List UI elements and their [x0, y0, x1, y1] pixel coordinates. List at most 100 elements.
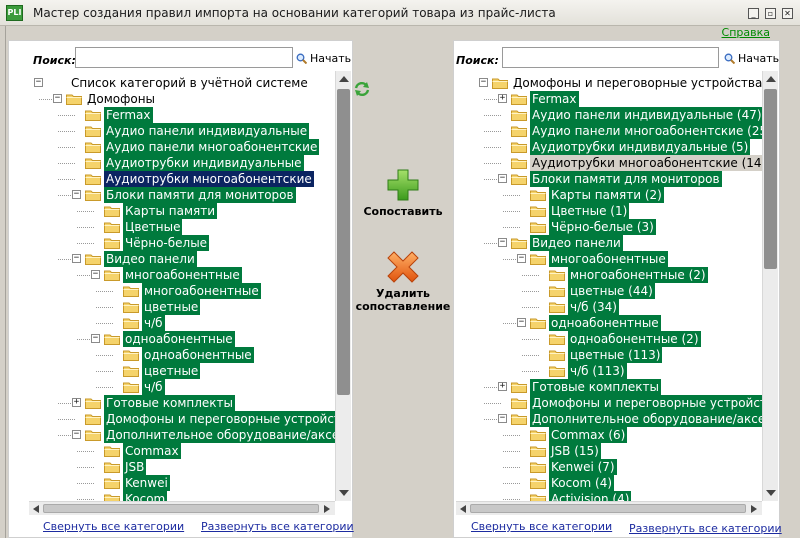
scroll-thumb[interactable]: [764, 89, 777, 269]
expand-all-link-right[interactable]: Развернуть все категории: [629, 522, 782, 535]
tree-item[interactable]: одноабонентные: [104, 331, 235, 347]
right-horizontal-scrollbar[interactable]: [456, 501, 762, 515]
tree-item[interactable]: Дополнительное оборудование/аксессуары: [85, 427, 335, 443]
tree-item[interactable]: Аудиотрубки многоабонентские: [85, 171, 314, 187]
tree-item[interactable]: Аудио панели многоабонентские (25): [511, 123, 762, 139]
search-start-button-right[interactable]: Начать: [724, 52, 779, 65]
collapse-minus-icon[interactable]: −: [498, 238, 507, 247]
scroll-left-arrow-icon[interactable]: [33, 505, 39, 513]
tree-item[interactable]: многоабонентные (2): [549, 267, 708, 283]
scroll-right-arrow-icon[interactable]: [324, 505, 330, 513]
hscroll-thumb[interactable]: [470, 504, 746, 513]
tree-item[interactable]: ч/б: [123, 315, 165, 331]
collapse-minus-icon[interactable]: −: [72, 430, 81, 439]
tree-item[interactable]: Домофоны и переговорные устройства: [85, 411, 335, 427]
tree-item[interactable]: Цветные (1): [530, 203, 630, 219]
tree-item[interactable]: Аудиотрубки многоабонентские (14): [511, 155, 762, 171]
collapse-minus-icon[interactable]: −: [53, 94, 62, 103]
tree-item[interactable]: Видео панели: [511, 235, 623, 251]
left-vertical-scrollbar[interactable]: [335, 71, 351, 501]
tree-item[interactable]: ч/б: [123, 379, 165, 395]
tree-item[interactable]: Kenwei: [104, 475, 170, 491]
search-input-right[interactable]: [502, 47, 719, 68]
collapse-minus-icon[interactable]: −: [517, 318, 526, 327]
tree-item[interactable]: Карты памяти (2): [530, 187, 664, 203]
refresh-icon[interactable]: [353, 80, 371, 98]
tree-item[interactable]: Домофоны и переговорные устройства: [511, 395, 762, 411]
collapse-minus-icon[interactable]: −: [34, 78, 43, 87]
collapse-minus-icon[interactable]: −: [498, 414, 507, 423]
tree-item[interactable]: Аудио панели индивидуальные (47): [511, 107, 762, 123]
scroll-left-arrow-icon[interactable]: [460, 505, 466, 513]
tree-item[interactable]: Чёрно-белые: [104, 235, 210, 251]
collapse-minus-icon[interactable]: −: [72, 254, 81, 263]
left-horizontal-scrollbar[interactable]: [29, 501, 335, 515]
collapse-minus-icon[interactable]: −: [91, 334, 100, 343]
hscroll-thumb[interactable]: [43, 504, 319, 513]
tree-item[interactable]: Список категорий в учётной системе: [47, 75, 310, 91]
tree-item[interactable]: Карты памяти: [104, 203, 218, 219]
tree-item[interactable]: многоабонентные: [123, 283, 261, 299]
tree-item[interactable]: многоабонентные: [530, 251, 668, 267]
collapse-minus-icon[interactable]: −: [91, 270, 100, 279]
tree-item[interactable]: Чёрно-белые (3): [530, 219, 656, 235]
collapse-minus-icon[interactable]: −: [72, 190, 81, 199]
close-icon[interactable]: ✕: [782, 8, 793, 19]
scroll-down-arrow-icon[interactable]: [766, 490, 776, 496]
unmatch-button[interactable]: Удалить сопоставление: [353, 250, 453, 313]
minimize-icon[interactable]: _: [748, 8, 759, 19]
tree-item[interactable]: Fermax: [85, 107, 153, 123]
scroll-down-arrow-icon[interactable]: [339, 490, 349, 496]
match-button[interactable]: Сопоставить: [353, 168, 453, 218]
tree-item[interactable]: ч/б (113): [549, 363, 627, 379]
scroll-up-arrow-icon[interactable]: [766, 76, 776, 82]
right-vertical-scrollbar[interactable]: [762, 71, 778, 501]
tree-item[interactable]: Готовые комплекты: [511, 379, 661, 395]
restore-icon[interactable]: ▫: [765, 8, 776, 19]
tree-item[interactable]: ч/б (34): [549, 299, 619, 315]
tree-item[interactable]: цветные: [123, 299, 201, 315]
tree-item[interactable]: Дополнительное оборудование/аксессуары: [511, 411, 762, 427]
search-input-left[interactable]: [75, 47, 293, 68]
tree-item[interactable]: Activision (4): [530, 491, 632, 501]
search-start-button-left[interactable]: Начать: [296, 52, 351, 65]
scroll-up-arrow-icon[interactable]: [339, 76, 349, 82]
tree-item[interactable]: Домофоны: [66, 91, 157, 107]
tree-item[interactable]: цветные (113): [549, 347, 663, 363]
tree-item[interactable]: Commax: [104, 443, 181, 459]
tree-item[interactable]: Kocom: [104, 491, 168, 501]
tree-item[interactable]: Готовые комплекты: [85, 395, 235, 411]
tree-item[interactable]: Аудиотрубки индивидуальные (5): [511, 139, 751, 155]
tree-item[interactable]: Блоки памяти для мониторов: [511, 171, 722, 187]
expand-plus-icon[interactable]: +: [498, 94, 507, 103]
collapse-minus-icon[interactable]: −: [498, 174, 507, 183]
tree-item[interactable]: JSB (15): [530, 443, 601, 459]
tree-item[interactable]: Kocom (4): [530, 475, 615, 491]
collapse-all-link-right[interactable]: Свернуть все категории: [471, 520, 612, 533]
tree-item[interactable]: Видео панели: [85, 251, 197, 267]
tree-item[interactable]: одноабонентные (2): [549, 331, 701, 347]
tree-item[interactable]: Commax (6): [530, 427, 628, 443]
scroll-thumb[interactable]: [337, 89, 350, 395]
tree-item[interactable]: Блоки памяти для мониторов: [85, 187, 296, 203]
tree-item[interactable]: Домофоны и переговорные устройства: [492, 75, 762, 91]
expand-all-link-left[interactable]: Развернуть все категории: [201, 520, 354, 533]
tree-item[interactable]: одноабонентные: [530, 315, 661, 331]
tree-item[interactable]: Fermax: [511, 91, 579, 107]
collapse-minus-icon[interactable]: −: [479, 78, 488, 87]
collapse-all-link-left[interactable]: Свернуть все категории: [43, 520, 184, 533]
tree-item[interactable]: Аудио панели индивидуальные: [85, 123, 310, 139]
tree-item[interactable]: Аудио панели многоабонентские: [85, 139, 320, 155]
tree-item[interactable]: многоабонентные: [104, 267, 242, 283]
tree-item[interactable]: Цветные: [104, 219, 183, 235]
tree-item[interactable]: Аудиотрубки индивидуальные: [85, 155, 304, 171]
expand-plus-icon[interactable]: +: [72, 398, 81, 407]
tree-item[interactable]: одноабонентные: [123, 347, 254, 363]
collapse-minus-icon[interactable]: −: [517, 254, 526, 263]
tree-item[interactable]: цветные: [123, 363, 201, 379]
tree-item[interactable]: JSB: [104, 459, 147, 475]
tree-item[interactable]: цветные (44): [549, 283, 655, 299]
scroll-right-arrow-icon[interactable]: [751, 505, 757, 513]
tree-item[interactable]: Kenwei (7): [530, 459, 617, 475]
help-link[interactable]: Справка: [722, 26, 770, 39]
